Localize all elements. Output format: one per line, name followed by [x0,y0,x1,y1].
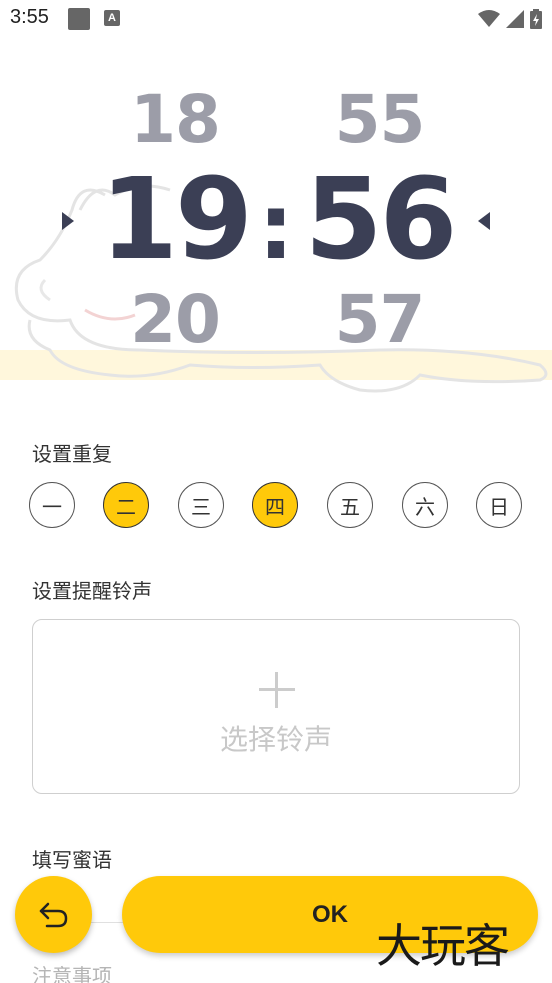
minute-picker[interactable]: 55 56 57 [302,80,458,360]
hour-picker[interactable]: 18 19 20 [100,80,253,360]
weekday-tue[interactable]: 二 [103,482,149,528]
message-label: 填写蜜语 [32,848,112,872]
weekday-sun[interactable]: 日 [476,482,522,528]
weekday-fri[interactable]: 五 [327,482,373,528]
status-time: 3:55 [10,6,49,28]
back-button[interactable] [15,876,92,953]
hour-prev[interactable]: 18 [100,80,250,160]
battery-charging-icon [530,9,542,29]
plus-icon-vertical [275,672,278,708]
select-ringtone-button[interactable]: 选择铃声 [32,619,520,794]
weekday-thu[interactable]: 四 [252,482,298,528]
signal-icon [506,10,524,28]
picker-right-indicator [478,212,490,230]
minute-prev[interactable]: 55 [302,80,457,160]
square-icon [68,8,90,30]
select-ringtone-text: 选择铃声 [219,723,332,756]
status-bar: 3:55 A [0,0,552,38]
ringtone-label: 设置提醒铃声 [32,579,152,603]
minute-next[interactable]: 57 [302,280,457,360]
weekday-mon[interactable]: 一 [29,482,75,528]
a-icon: A [104,10,120,26]
undo-arrow-icon [39,902,67,927]
repeat-label: 设置重复 [32,442,112,466]
system-icons [478,8,542,30]
hour-current[interactable]: 19 [100,160,253,280]
notes-label: 注意事项 [32,964,112,983]
picker-left-indicator [62,212,74,230]
wifi-icon [478,10,500,27]
minute-current[interactable]: 56 [302,160,458,280]
hour-next[interactable]: 20 [100,280,250,360]
weekday-wed[interactable]: 三 [178,482,224,528]
weekday-sat[interactable]: 六 [402,482,448,528]
time-separator: : [258,175,294,280]
watermark-logo: 大玩客 [376,919,510,973]
